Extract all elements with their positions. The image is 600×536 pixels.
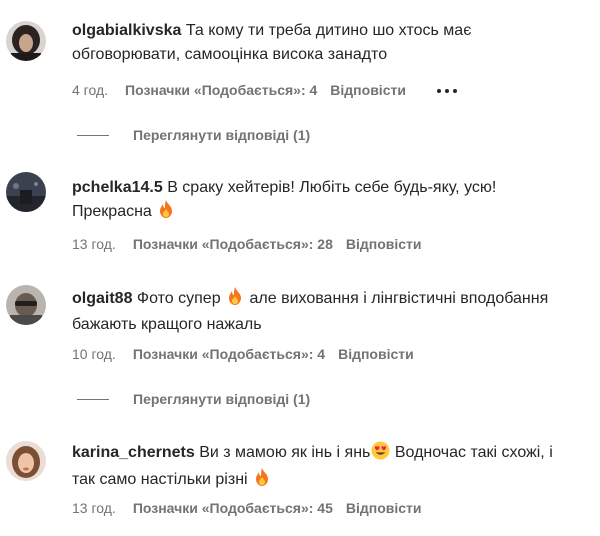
comment-meta: 13 год. Позначки «Подобається»: 28 Відпові… <box>72 235 435 253</box>
comment-text: Фото супер <box>136 290 221 307</box>
likes-count[interactable]: Позначки «Подобається»: 28 <box>133 236 333 252</box>
comment-body: karina_chernets Ви з мамою як інь і янь … <box>72 441 570 494</box>
comment-meta: 4 год. Позначки «Подобається»: 4 Відповіст… <box>72 79 474 99</box>
comment-username[interactable]: olgabialkivska <box>72 22 181 39</box>
view-replies-label: Переглянути відповіді (1) <box>133 127 311 143</box>
likes-count[interactable]: Позначки «Подобається»: 45 <box>133 500 333 516</box>
view-replies-button[interactable]: Переглянути відповіді (1) <box>72 126 310 144</box>
reply-button[interactable]: Відповісти <box>346 236 422 252</box>
fire-emoji-icon <box>158 200 174 226</box>
comment-body: pchelka14.5 В сраку хейтерів! Любіть себ… <box>72 176 570 226</box>
comment-time[interactable]: 10 год. <box>72 346 116 362</box>
comment-time[interactable]: 13 год. <box>72 236 116 252</box>
avatar[interactable] <box>6 172 46 212</box>
comment-meta: 10 год. Позначки «Подобається»: 4 Відповіс… <box>72 345 427 363</box>
comment-username[interactable]: olgait88 <box>72 290 132 307</box>
comment-time[interactable]: 4 год. <box>72 82 108 98</box>
view-replies-label: Переглянути відповіді (1) <box>133 391 311 407</box>
fire-emoji-icon <box>254 468 270 494</box>
comment-body: olgabialkivska Та кому ти треба дитино ш… <box>72 19 570 67</box>
likes-count[interactable]: Позначки «Подобається»: 4 <box>125 82 317 98</box>
comment-username[interactable]: pchelka14.5 <box>72 179 163 196</box>
heart-eyes-emoji-icon <box>371 441 390 468</box>
reply-button[interactable]: Відповісти <box>346 500 422 516</box>
avatar[interactable] <box>6 285 46 325</box>
avatar[interactable] <box>6 441 46 481</box>
divider-line <box>77 399 109 400</box>
comment-body: olgait88 Фото супер але виховання і лінг… <box>72 287 570 337</box>
more-options-icon[interactable] <box>436 79 461 97</box>
comment-text: Ви з мамою як інь і янь <box>199 444 371 461</box>
likes-count[interactable]: Позначки «Подобається»: 4 <box>133 346 325 362</box>
view-replies-button[interactable]: Переглянути відповіді (1) <box>72 390 310 408</box>
avatar[interactable] <box>6 21 46 61</box>
reply-button[interactable]: Відповісти <box>330 82 406 98</box>
reply-button[interactable]: Відповісти <box>338 346 414 362</box>
divider-line <box>77 135 109 136</box>
comment-username[interactable]: karina_chernets <box>72 444 195 461</box>
comment-meta: 13 год. Позначки «Подобається»: 45 Відпові… <box>72 499 435 517</box>
comment-time[interactable]: 13 год. <box>72 500 116 516</box>
fire-emoji-icon <box>227 287 243 313</box>
